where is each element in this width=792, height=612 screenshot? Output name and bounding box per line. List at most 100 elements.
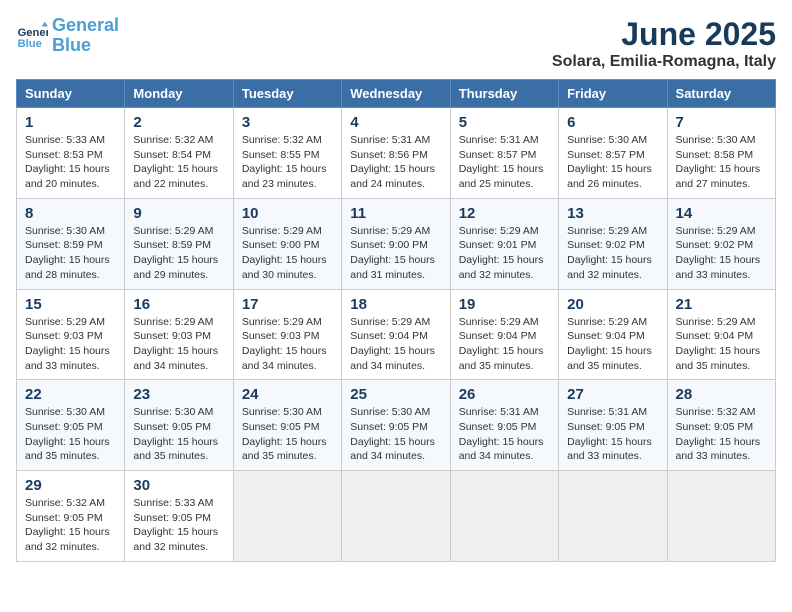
calendar-cell-day-7: 7 Sunrise: 5:30 AM Sunset: 8:58 PM Dayli… [667, 108, 775, 199]
col-wednesday: Wednesday [342, 80, 450, 108]
month-title: June 2025 [552, 16, 776, 53]
svg-text:Blue: Blue [18, 38, 42, 50]
calendar-cell-day-1: 1 Sunrise: 5:33 AM Sunset: 8:53 PM Dayli… [17, 108, 125, 199]
col-sunday: Sunday [17, 80, 125, 108]
day-info: Sunrise: 5:29 AM Sunset: 9:02 PM Dayligh… [676, 224, 767, 283]
day-number: 27 [567, 386, 658, 403]
calendar-cell-day-8: 8 Sunrise: 5:30 AM Sunset: 8:59 PM Dayli… [17, 198, 125, 289]
day-info: Sunrise: 5:30 AM Sunset: 8:59 PM Dayligh… [25, 224, 116, 283]
logo-blue: Blue [52, 35, 91, 55]
empty-cell [233, 471, 341, 562]
empty-cell [342, 471, 450, 562]
col-monday: Monday [125, 80, 233, 108]
col-saturday: Saturday [667, 80, 775, 108]
day-info: Sunrise: 5:29 AM Sunset: 9:03 PM Dayligh… [133, 315, 224, 374]
day-number: 16 [133, 296, 224, 313]
empty-cell [667, 471, 775, 562]
calendar-cell-day-22: 22 Sunrise: 5:30 AM Sunset: 9:05 PM Dayl… [17, 380, 125, 471]
day-number: 10 [242, 205, 333, 222]
day-info: Sunrise: 5:29 AM Sunset: 9:04 PM Dayligh… [459, 315, 550, 374]
calendar-row: 22 Sunrise: 5:30 AM Sunset: 9:05 PM Dayl… [17, 380, 776, 471]
day-number: 4 [350, 114, 441, 131]
day-info: Sunrise: 5:29 AM Sunset: 9:00 PM Dayligh… [242, 224, 333, 283]
day-number: 1 [25, 114, 116, 131]
day-number: 26 [459, 386, 550, 403]
calendar-table: Sunday Monday Tuesday Wednesday Thursday… [16, 79, 776, 562]
calendar-cell-day-24: 24 Sunrise: 5:30 AM Sunset: 9:05 PM Dayl… [233, 380, 341, 471]
day-number: 13 [567, 205, 658, 222]
day-number: 14 [676, 205, 767, 222]
calendar-header-row: Sunday Monday Tuesday Wednesday Thursday… [17, 80, 776, 108]
day-number: 21 [676, 296, 767, 313]
day-info: Sunrise: 5:29 AM Sunset: 9:04 PM Dayligh… [676, 315, 767, 374]
day-number: 9 [133, 205, 224, 222]
logo-general: General [52, 15, 119, 35]
empty-cell [450, 471, 558, 562]
title-area: June 2025 Solara, Emilia-Romagna, Italy [552, 16, 776, 71]
day-number: 20 [567, 296, 658, 313]
day-number: 30 [133, 477, 224, 494]
day-info: Sunrise: 5:31 AM Sunset: 8:57 PM Dayligh… [459, 133, 550, 192]
calendar-cell-day-21: 21 Sunrise: 5:29 AM Sunset: 9:04 PM Dayl… [667, 289, 775, 380]
day-info: Sunrise: 5:30 AM Sunset: 9:05 PM Dayligh… [242, 405, 333, 464]
day-number: 24 [242, 386, 333, 403]
calendar-row: 8 Sunrise: 5:30 AM Sunset: 8:59 PM Dayli… [17, 198, 776, 289]
col-friday: Friday [559, 80, 667, 108]
day-info: Sunrise: 5:29 AM Sunset: 9:02 PM Dayligh… [567, 224, 658, 283]
calendar-cell-day-12: 12 Sunrise: 5:29 AM Sunset: 9:01 PM Dayl… [450, 198, 558, 289]
day-number: 29 [25, 477, 116, 494]
header: General Blue General Blue June 2025 Sola… [16, 16, 776, 71]
calendar-cell-day-16: 16 Sunrise: 5:29 AM Sunset: 9:03 PM Dayl… [125, 289, 233, 380]
day-info: Sunrise: 5:29 AM Sunset: 9:03 PM Dayligh… [242, 315, 333, 374]
day-info: Sunrise: 5:29 AM Sunset: 9:01 PM Dayligh… [459, 224, 550, 283]
day-info: Sunrise: 5:29 AM Sunset: 9:04 PM Dayligh… [567, 315, 658, 374]
calendar-cell-day-29: 29 Sunrise: 5:32 AM Sunset: 9:05 PM Dayl… [17, 471, 125, 562]
calendar-cell-day-5: 5 Sunrise: 5:31 AM Sunset: 8:57 PM Dayli… [450, 108, 558, 199]
day-info: Sunrise: 5:30 AM Sunset: 8:58 PM Dayligh… [676, 133, 767, 192]
day-info: Sunrise: 5:30 AM Sunset: 8:57 PM Dayligh… [567, 133, 658, 192]
day-number: 12 [459, 205, 550, 222]
day-info: Sunrise: 5:31 AM Sunset: 9:05 PM Dayligh… [459, 405, 550, 464]
day-number: 23 [133, 386, 224, 403]
logo-text: General Blue [52, 16, 119, 56]
calendar-cell-day-23: 23 Sunrise: 5:30 AM Sunset: 9:05 PM Dayl… [125, 380, 233, 471]
day-info: Sunrise: 5:33 AM Sunset: 9:05 PM Dayligh… [133, 496, 224, 555]
calendar-cell-day-30: 30 Sunrise: 5:33 AM Sunset: 9:05 PM Dayl… [125, 471, 233, 562]
day-info: Sunrise: 5:32 AM Sunset: 8:55 PM Dayligh… [242, 133, 333, 192]
calendar-body: 1 Sunrise: 5:33 AM Sunset: 8:53 PM Dayli… [17, 108, 776, 562]
col-thursday: Thursday [450, 80, 558, 108]
day-number: 22 [25, 386, 116, 403]
day-info: Sunrise: 5:32 AM Sunset: 8:54 PM Dayligh… [133, 133, 224, 192]
calendar-cell-day-13: 13 Sunrise: 5:29 AM Sunset: 9:02 PM Dayl… [559, 198, 667, 289]
day-info: Sunrise: 5:32 AM Sunset: 9:05 PM Dayligh… [676, 405, 767, 464]
day-info: Sunrise: 5:30 AM Sunset: 9:05 PM Dayligh… [133, 405, 224, 464]
calendar-cell-day-3: 3 Sunrise: 5:32 AM Sunset: 8:55 PM Dayli… [233, 108, 341, 199]
calendar-row: 29 Sunrise: 5:32 AM Sunset: 9:05 PM Dayl… [17, 471, 776, 562]
day-info: Sunrise: 5:29 AM Sunset: 9:00 PM Dayligh… [350, 224, 441, 283]
calendar-cell-day-27: 27 Sunrise: 5:31 AM Sunset: 9:05 PM Dayl… [559, 380, 667, 471]
calendar-cell-day-18: 18 Sunrise: 5:29 AM Sunset: 9:04 PM Dayl… [342, 289, 450, 380]
calendar-cell-day-14: 14 Sunrise: 5:29 AM Sunset: 9:02 PM Dayl… [667, 198, 775, 289]
day-number: 5 [459, 114, 550, 131]
day-number: 6 [567, 114, 658, 131]
calendar-cell-day-17: 17 Sunrise: 5:29 AM Sunset: 9:03 PM Dayl… [233, 289, 341, 380]
day-number: 7 [676, 114, 767, 131]
day-info: Sunrise: 5:30 AM Sunset: 9:05 PM Dayligh… [350, 405, 441, 464]
day-info: Sunrise: 5:31 AM Sunset: 8:56 PM Dayligh… [350, 133, 441, 192]
calendar-cell-day-19: 19 Sunrise: 5:29 AM Sunset: 9:04 PM Dayl… [450, 289, 558, 380]
day-number: 3 [242, 114, 333, 131]
calendar-cell-day-28: 28 Sunrise: 5:32 AM Sunset: 9:05 PM Dayl… [667, 380, 775, 471]
calendar-row: 15 Sunrise: 5:29 AM Sunset: 9:03 PM Dayl… [17, 289, 776, 380]
calendar-cell-day-20: 20 Sunrise: 5:29 AM Sunset: 9:04 PM Dayl… [559, 289, 667, 380]
day-number: 2 [133, 114, 224, 131]
calendar-cell-day-15: 15 Sunrise: 5:29 AM Sunset: 9:03 PM Dayl… [17, 289, 125, 380]
day-info: Sunrise: 5:33 AM Sunset: 8:53 PM Dayligh… [25, 133, 116, 192]
empty-cell [559, 471, 667, 562]
calendar-row: 1 Sunrise: 5:33 AM Sunset: 8:53 PM Dayli… [17, 108, 776, 199]
day-number: 8 [25, 205, 116, 222]
calendar-cell-day-9: 9 Sunrise: 5:29 AM Sunset: 8:59 PM Dayli… [125, 198, 233, 289]
logo: General Blue General Blue [16, 16, 119, 56]
day-number: 15 [25, 296, 116, 313]
day-info: Sunrise: 5:29 AM Sunset: 9:03 PM Dayligh… [25, 315, 116, 374]
svg-text:General: General [18, 27, 48, 39]
